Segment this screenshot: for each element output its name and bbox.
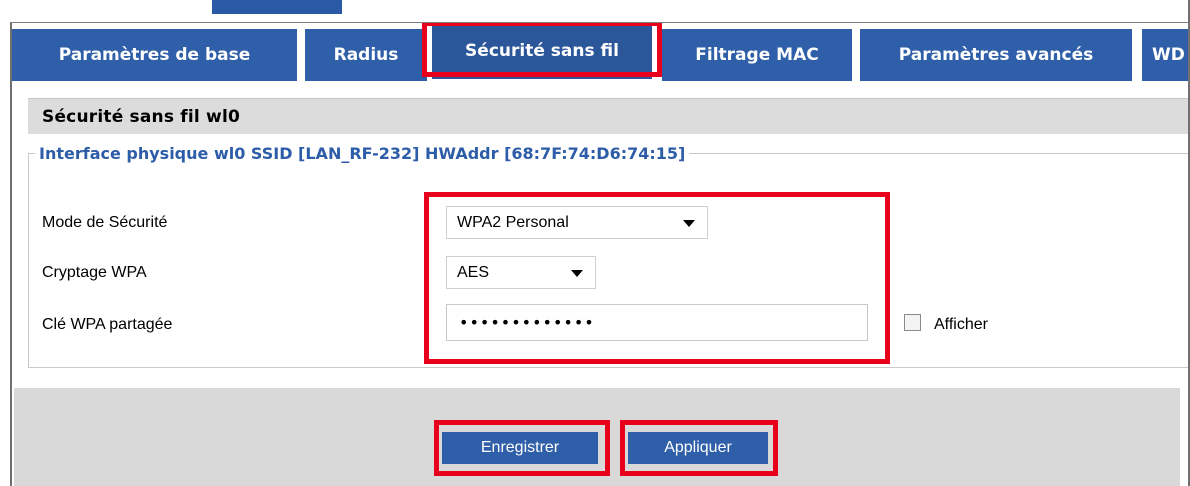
chevron-down-icon: [683, 220, 695, 227]
apply-button[interactable]: Appliquer: [628, 432, 768, 464]
top-strip: [0, 0, 1190, 22]
wpa-encryption-value: AES: [457, 263, 490, 281]
security-mode-value: WPA2 Personal: [457, 213, 569, 231]
show-key-label: Afficher: [934, 316, 988, 333]
section-title: Sécurité sans fil wl0: [28, 98, 1190, 134]
chevron-down-icon: [571, 270, 583, 277]
tab-parametres-avances[interactable]: Paramètres avancés: [860, 29, 1132, 81]
save-button[interactable]: Enregistrer: [442, 432, 598, 464]
wpa-encryption-label: Cryptage WPA: [42, 264, 147, 281]
tab-radius[interactable]: Radius: [305, 29, 427, 81]
tab-bar: Paramètres de base Radius Sécurité sans …: [10, 22, 1190, 82]
security-mode-select[interactable]: WPA2 Personal: [446, 206, 708, 239]
tab-filtrage-mac[interactable]: Filtrage MAC: [662, 29, 852, 81]
wpa-encryption-select[interactable]: AES: [446, 256, 596, 289]
shared-key-label: Clé WPA partagée: [42, 316, 173, 333]
footer-bar: Enregistrer Appliquer: [14, 388, 1180, 486]
shared-key-input[interactable]: •••••••••••••: [446, 304, 868, 341]
show-key-checkbox[interactable]: [904, 314, 921, 331]
tab-parametres-de-base[interactable]: Paramètres de base: [12, 29, 297, 81]
tab-wds[interactable]: WD: [1142, 29, 1190, 81]
top-strip-segment: [212, 0, 344, 14]
tab-securite-sans-fil[interactable]: Sécurité sans fil: [432, 23, 652, 79]
security-mode-label: Mode de Sécurité: [42, 214, 168, 231]
interface-legend: Interface physique wl0 SSID [LAN_RF-232]…: [39, 144, 686, 163]
